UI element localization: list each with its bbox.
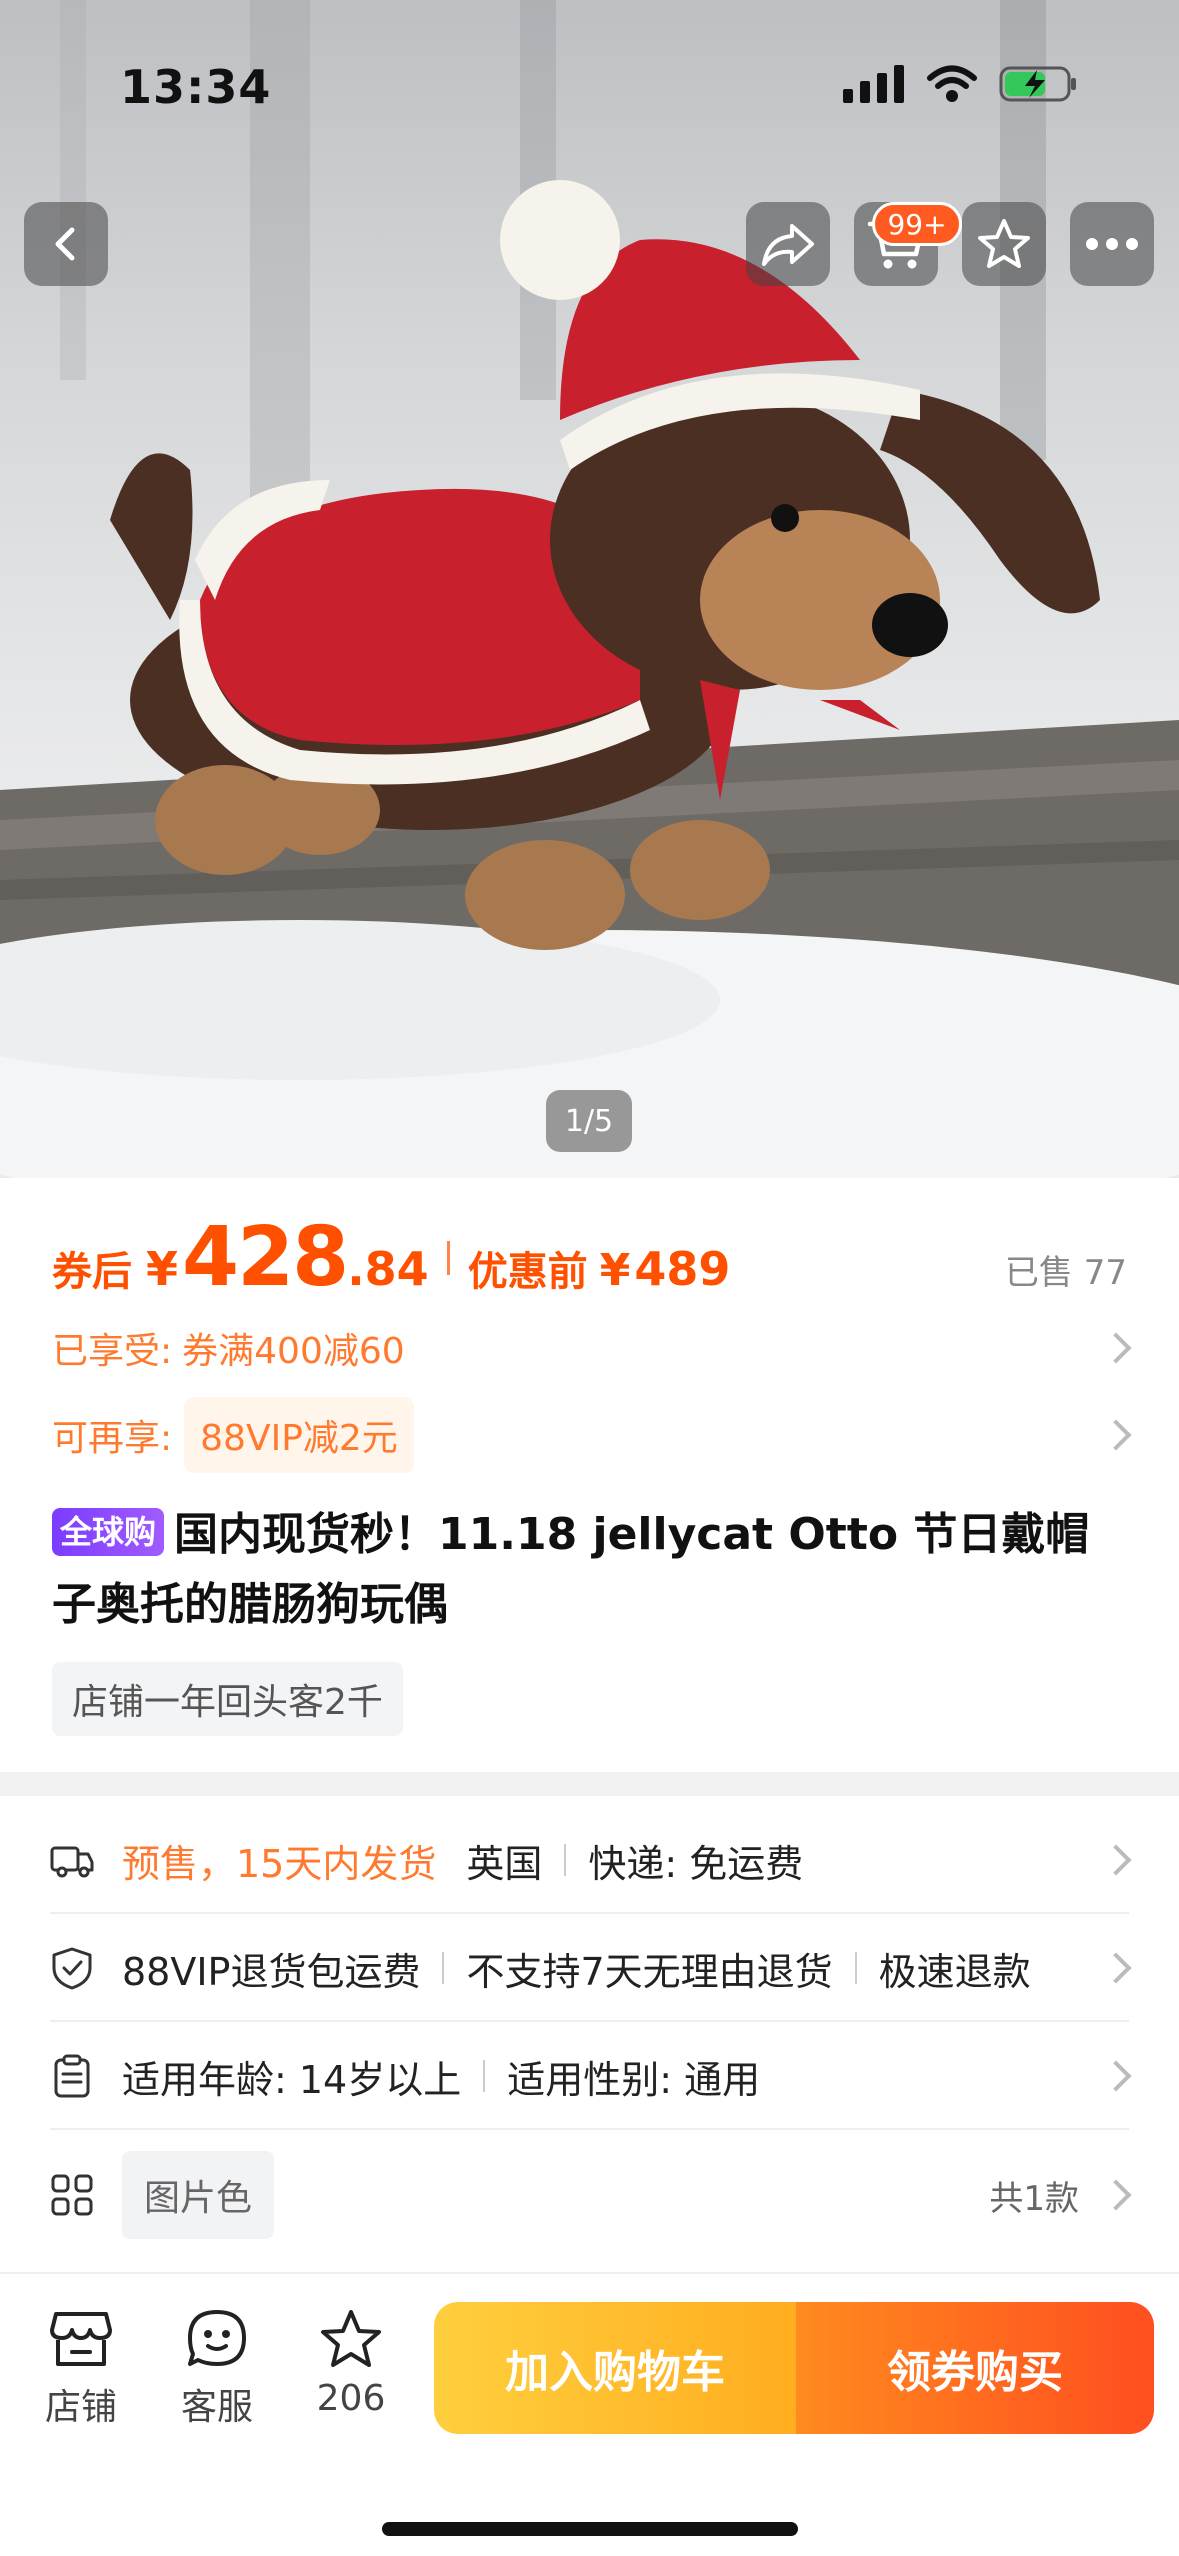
before-discount-label: 优惠前 xyxy=(467,1249,588,1295)
favorites-tab[interactable]: 206 xyxy=(296,2304,406,2419)
shipping-row[interactable]: 预售，15天内发货 英国 快递: 免运费 xyxy=(0,1806,1179,1914)
service-item-1: 88VIP退货包运费 xyxy=(122,1949,421,1994)
clipboard-icon xyxy=(54,2054,90,2098)
vertical-separator xyxy=(564,1844,567,1876)
product-image-carousel[interactable]: 13:34 99+ 1/5 xyxy=(0,0,1179,1178)
price-integer: 428 xyxy=(182,1210,349,1305)
sku-row[interactable]: 图片色 共1款 xyxy=(0,2140,1179,2250)
global-purchase-tag: 全球购 xyxy=(52,1508,165,1556)
product-page: 13:34 99+ 1/5 券后 ¥ 428 .84 优惠前 ¥ 489 已售 … xyxy=(0,0,1179,2556)
customer-service-label: 客服 xyxy=(180,2387,253,2428)
after-coupon-label: 券后 xyxy=(52,1249,132,1295)
bottom-action-bar: 店铺 客服 206 加入购物车 领券购买 xyxy=(0,2272,1179,2556)
share-button[interactable] xyxy=(746,202,830,286)
express-text: 快递: 免运费 xyxy=(588,1841,804,1886)
price-decimal: .84 xyxy=(347,1242,429,1296)
price-separator xyxy=(446,1240,450,1275)
customer-service-tab[interactable]: 客服 xyxy=(162,2304,272,2430)
enjoyed-label: 已享受: xyxy=(52,1331,173,1372)
row-divider xyxy=(50,2128,1129,2130)
back-button[interactable] xyxy=(24,202,108,286)
grid-icon xyxy=(51,2174,93,2216)
product-title: 全球购 国内现货秒！11.18 jellycat Otto 节日戴帽子奥托的腊肠狗… xyxy=(52,1500,1132,1640)
vip-discount-chip: 88VIP减2元 xyxy=(184,1397,414,1473)
sku-color-chip[interactable]: 图片色 xyxy=(122,2151,275,2239)
share-icon xyxy=(762,224,814,266)
more-dots-icon xyxy=(1086,238,1138,250)
chevron-right-icon xyxy=(1100,1419,1132,1451)
battery-icon xyxy=(999,66,1076,102)
shop-tab[interactable]: 店铺 xyxy=(26,2304,136,2430)
vertical-separator xyxy=(483,2060,486,2092)
buy-now-button[interactable]: 领券购买 xyxy=(796,2302,1154,2434)
shipping-text: 预售，15天内发货 英国 快递: 免运费 xyxy=(122,1833,1112,1888)
params-row[interactable]: 适用年龄: 14岁以上 适用性别: 通用 xyxy=(0,2022,1179,2130)
currency-symbol: ¥ xyxy=(146,1242,179,1296)
vertical-separator xyxy=(854,1952,857,1984)
cart-count-badge: 99+ xyxy=(872,202,962,246)
wifi-icon xyxy=(927,65,977,102)
status-icons xyxy=(843,64,1079,104)
vip-discount-row[interactable]: 可再享: 88VIP减2元 xyxy=(52,1397,414,1473)
coupon-enjoyed-row[interactable]: 已享受: 券满400减60 xyxy=(52,1322,405,1374)
shop-tab-label: 店铺 xyxy=(44,2387,117,2428)
before-currency-symbol: ¥ xyxy=(599,1245,631,1296)
shop-icon xyxy=(50,2312,112,2366)
chevron-right-icon xyxy=(1100,1952,1132,1984)
product-photo xyxy=(0,0,1179,1178)
shield-icon xyxy=(52,1947,92,1990)
home-indicator xyxy=(382,2522,798,2536)
more-button[interactable] xyxy=(1070,202,1154,286)
age-param: 适用年龄: 14岁以上 xyxy=(122,2057,462,2102)
favorite-button[interactable] xyxy=(962,202,1046,286)
favorites-count: 206 xyxy=(316,2378,386,2419)
price-row: 券后 ¥ 428 .84 优惠前 ¥ 489 xyxy=(52,1210,730,1305)
presale-text: 预售，15天内发货 xyxy=(122,1841,437,1886)
chat-face-icon xyxy=(188,2310,246,2366)
section-divider xyxy=(0,1772,1179,1796)
enjoyed-value: 券满400减60 xyxy=(182,1331,405,1372)
image-pager: 1/5 xyxy=(546,1090,632,1152)
sku-count: 共1款 xyxy=(989,2178,1079,2219)
chevron-left-icon xyxy=(55,227,75,261)
status-time: 13:34 xyxy=(120,60,272,114)
shop-returning-tag: 店铺一年回头客2千 xyxy=(52,1662,403,1736)
before-discount-price: 489 xyxy=(634,1242,731,1296)
service-item-2: 不支持7天无理由退货 xyxy=(466,1949,833,1994)
star-outline-icon xyxy=(321,2310,381,2367)
service-text: 88VIP退货包运费 不支持7天无理由退货 极速退款 xyxy=(122,1941,1082,1996)
star-icon xyxy=(978,219,1030,268)
add-to-cart-button[interactable]: 加入购物车 xyxy=(434,2302,796,2434)
gender-param: 适用性别: 通用 xyxy=(507,2057,761,2102)
product-title-text: 国内现货秒！11.18 jellycat Otto 节日戴帽子奥托的腊肠狗玩偶 xyxy=(52,1509,1090,1630)
chevron-right-icon xyxy=(1100,1332,1132,1364)
more-discount-label: 可再享: xyxy=(52,1418,173,1459)
vertical-separator xyxy=(442,1952,445,1984)
truck-icon xyxy=(50,1846,94,1878)
signal-icon xyxy=(843,65,904,103)
sku-text: 图片色 xyxy=(122,2151,1112,2239)
sold-count: 已售 77 xyxy=(1004,1253,1127,1293)
service-item-3: 极速退款 xyxy=(878,1949,1031,1994)
origin-text: 英国 xyxy=(466,1841,543,1886)
params-text: 适用年龄: 14岁以上 适用性别: 通用 xyxy=(122,2049,1112,2104)
service-row[interactable]: 88VIP退货包运费 不支持7天无理由退货 极速退款 xyxy=(0,1914,1179,2022)
